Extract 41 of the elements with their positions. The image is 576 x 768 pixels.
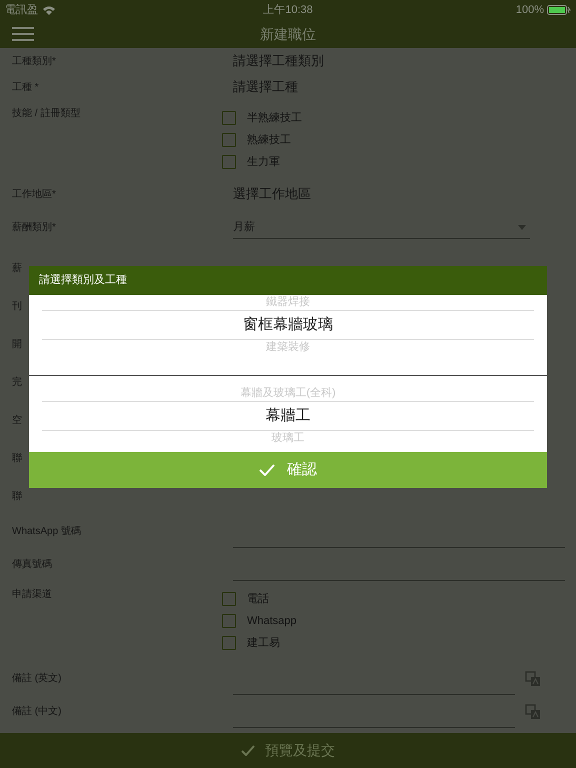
field-label: 開 xyxy=(11,338,22,352)
caret-icon xyxy=(518,225,526,230)
field-label: 薪 xyxy=(11,262,22,276)
checkbox[interactable] xyxy=(222,614,236,628)
confirm-button[interactable]: 確認 xyxy=(29,452,547,488)
select-link[interactable]: 選擇工作地區 xyxy=(233,184,311,204)
checkbox[interactable] xyxy=(222,111,236,125)
status-time: 上午10:38 xyxy=(262,2,314,18)
check-icon xyxy=(259,464,275,476)
battery-icon xyxy=(547,5,571,15)
checkbox-label: 建工易 xyxy=(247,636,280,651)
translate-button[interactable] xyxy=(525,704,541,720)
translate-button[interactable] xyxy=(525,670,541,686)
checkbox-label: 電話 xyxy=(247,592,269,607)
checkbox-label: 生力軍 xyxy=(247,154,280,170)
menu-icon xyxy=(12,27,34,41)
select-link[interactable]: 請選擇工種類別 xyxy=(233,51,324,71)
menu-button[interactable] xyxy=(12,27,34,41)
carrier-name: 電訊盈 xyxy=(5,2,38,18)
checkbox-label: Whatsapp xyxy=(247,614,297,629)
checkbox[interactable] xyxy=(222,592,236,606)
dropdown-field[interactable]: 月薪 xyxy=(233,217,530,239)
checkbox-label: 半熟練技工 xyxy=(247,110,302,126)
checkbox[interactable] xyxy=(222,155,236,169)
checkbox-label: 熟練技工 xyxy=(247,132,291,148)
field-label: 聯 xyxy=(11,490,22,504)
translate-icon xyxy=(525,704,541,720)
checkbox[interactable] xyxy=(222,636,236,650)
dialog-title: 請選擇類別及工種 xyxy=(29,266,547,295)
picker-option[interactable]: 幕牆工 xyxy=(42,401,534,431)
checkbox[interactable] xyxy=(222,133,236,147)
picker-option[interactable]: 窗框幕牆玻璃 xyxy=(42,310,534,340)
translate-icon xyxy=(525,670,541,686)
check-icon xyxy=(241,745,255,756)
select-link[interactable]: 請選擇工種 xyxy=(233,77,298,97)
submit-button[interactable]: 預覽及提交 xyxy=(0,733,576,768)
wifi-icon xyxy=(42,5,56,15)
battery-percent: 100% xyxy=(516,2,544,18)
field-label: 空 xyxy=(11,414,22,428)
nav-title: 新建職位 xyxy=(259,24,317,44)
field-label: 聯 xyxy=(11,452,22,466)
